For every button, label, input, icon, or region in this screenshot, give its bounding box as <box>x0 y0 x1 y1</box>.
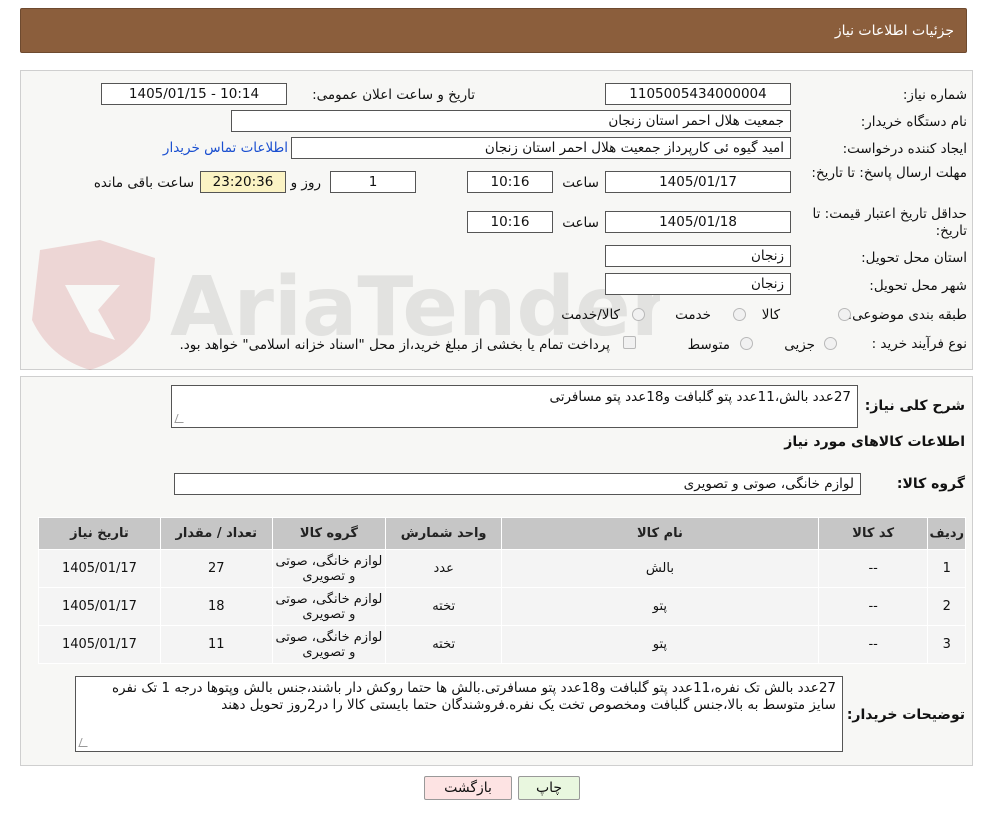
buyer-notes-text: 27عدد بالش تک نفره،11عدد پتو گلبافت و18ع… <box>111 680 836 713</box>
table-row: 2 -- پتو تخته لوازم خانگی، صوتی و تصویری… <box>38 587 966 626</box>
process-option-medium: متوسط <box>687 337 730 353</box>
goods-table: ردیف کد کالا نام کالا واحد شمارش گروه کا… <box>38 517 966 664</box>
cell-unit: تخته <box>385 625 503 664</box>
cell-name: پتو <box>501 587 819 626</box>
cell-date: 1405/01/17 <box>38 549 161 588</box>
remaining-label: ساعت باقی مانده <box>93 175 194 191</box>
cell-row-number: 3 <box>927 625 966 664</box>
cell-group: لوازم خانگی، صوتی و تصویری <box>271 587 387 626</box>
remaining-time-field: 23:20:36 <box>200 171 286 193</box>
cell-code: -- <box>817 625 929 664</box>
buyer-contact-link[interactable]: اطلاعات تماس خریدار <box>163 140 288 156</box>
city-field: زنجان <box>605 273 791 295</box>
back-button[interactable]: بازگشت <box>424 776 512 800</box>
summary-label: شرح کلی نیاز: <box>864 398 965 414</box>
buyer-notes-textarea: 27عدد بالش تک نفره،11عدد پتو گلبافت و18ع… <box>75 676 843 752</box>
validity-label: حداقل تاریخ اعتبار قیمت: تا تاریخ: <box>812 206 967 239</box>
cell-group: لوازم خانگی، صوتی و تصویری <box>271 625 387 664</box>
remaining-days-field: 1 <box>330 171 416 193</box>
deadline-label: مهلت ارسال پاسخ: تا تاریخ: <box>811 165 967 181</box>
requester-field: امید گیوه ئی کارپرداز جمعیت هلال احمر اس… <box>291 137 791 159</box>
category-radio-goods-service[interactable] <box>632 308 645 321</box>
cell-unit: عدد <box>385 549 503 588</box>
province-field: زنجان <box>605 245 791 267</box>
resize-grip-icon[interactable] <box>78 738 91 747</box>
validity-time-label: ساعت <box>562 215 599 231</box>
city-label: شهر محل تحویل: <box>869 278 967 294</box>
table-row: 3 -- پتو تخته لوازم خانگی، صوتی و تصویری… <box>38 625 966 664</box>
days-label: روز و <box>290 175 321 191</box>
cell-name: پتو <box>501 625 819 664</box>
category-label: طبقه بندی موضوعی: <box>847 307 967 323</box>
summary-textarea: 27عدد بالش،11عدد پتو گلبافت و18عدد پتو م… <box>171 385 858 428</box>
process-radio-minor[interactable] <box>824 337 837 350</box>
process-label: نوع فرآیند خرید : <box>871 336 967 352</box>
category-option-goods: کالا <box>761 307 780 323</box>
col-header-group: گروه کالا <box>271 517 387 550</box>
table-row: 1 -- بالش عدد لوازم خانگی، صوتی و تصویری… <box>38 549 966 588</box>
goods-group-field: لوازم خانگی، صوتی و تصویری <box>174 473 861 495</box>
col-header-unit: واحد شمارش <box>385 517 503 550</box>
print-button[interactable]: چاپ <box>518 776 580 800</box>
treasury-text: پرداخت تمام یا بخشی از مبلغ خرید،از محل … <box>179 337 610 353</box>
cell-quantity: 18 <box>159 587 273 626</box>
province-label: استان محل تحویل: <box>861 250 967 266</box>
requester-label: ایجاد کننده درخواست: <box>842 141 967 157</box>
col-header-row-number: ردیف <box>927 517 966 550</box>
cell-code: -- <box>817 549 929 588</box>
cell-code: -- <box>817 587 929 626</box>
category-option-service: خدمت <box>675 307 711 323</box>
goods-group-label: گروه کالا: <box>896 476 965 492</box>
category-option-goods-service: کالا/خدمت <box>561 307 620 323</box>
page-title: جزئیات اطلاعات نیاز <box>834 23 954 39</box>
page-header: جزئیات اطلاعات نیاز <box>20 8 967 53</box>
announce-field: 1405/01/15 - 10:14 <box>101 83 287 105</box>
cell-date: 1405/01/17 <box>38 587 161 626</box>
treasury-checkbox[interactable] <box>623 336 636 349</box>
col-header-code: کد کالا <box>817 517 929 550</box>
need-number-label: شماره نیاز: <box>902 87 967 103</box>
cell-quantity: 27 <box>159 549 273 588</box>
buyer-org-label: نام دستگاه خریدار: <box>860 114 967 130</box>
category-radio-goods[interactable] <box>838 308 851 321</box>
goods-table-header-row: ردیف کد کالا نام کالا واحد شمارش گروه کا… <box>38 517 966 550</box>
cell-date: 1405/01/17 <box>38 625 161 664</box>
buyer-notes-label: توضیحات خریدار: <box>846 707 965 723</box>
deadline-date-field: 1405/01/17 <box>605 171 791 193</box>
cell-row-number: 2 <box>927 587 966 626</box>
cell-unit: تخته <box>385 587 503 626</box>
summary-text: 27عدد بالش،11عدد پتو گلبافت و18عدد پتو م… <box>549 389 851 405</box>
col-header-date: تاریخ نیاز <box>38 517 161 550</box>
process-radio-medium[interactable] <box>740 337 753 350</box>
validity-date-field: 1405/01/18 <box>605 211 791 233</box>
buyer-org-field: جمعیت هلال احمر استان زنجان <box>231 110 791 132</box>
validity-time-field: 10:16 <box>467 211 553 233</box>
goods-info-title: اطلاعات کالاهای مورد نیاز <box>784 434 965 450</box>
resize-grip-icon[interactable] <box>174 414 187 423</box>
cell-row-number: 1 <box>927 549 966 588</box>
category-radio-service[interactable] <box>733 308 746 321</box>
col-header-quantity: تعداد / مقدار <box>159 517 273 550</box>
deadline-time-label: ساعت <box>562 175 599 191</box>
cell-quantity: 11 <box>159 625 273 664</box>
cell-name: بالش <box>501 549 819 588</box>
deadline-time-field: 10:16 <box>467 171 553 193</box>
col-header-name: نام کالا <box>501 517 819 550</box>
need-number-field: 1105005434000004 <box>605 83 791 105</box>
process-option-minor: جزیی <box>784 337 815 353</box>
cell-group: لوازم خانگی، صوتی و تصویری <box>271 549 387 588</box>
goods-table-wrapper: ردیف کد کالا نام کالا واحد شمارش گروه کا… <box>38 517 966 664</box>
announce-label: تاریخ و ساعت اعلان عمومی: <box>312 87 475 103</box>
